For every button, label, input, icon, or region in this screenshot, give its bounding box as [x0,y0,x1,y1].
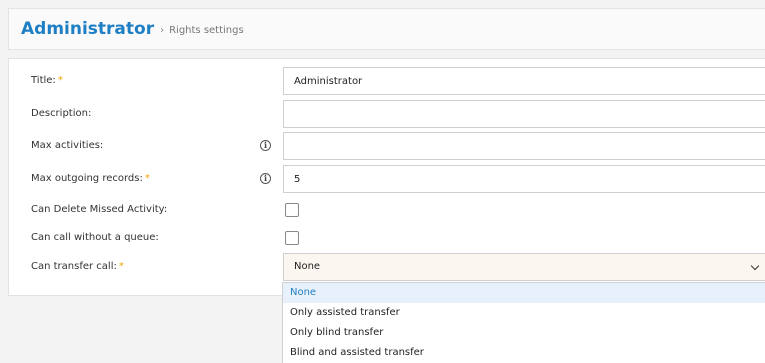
can-delete-missed-row: Can Delete Missed Activity: [9,196,765,224]
max-outgoing-row: Max outgoing records: * i [9,165,765,193]
required-mark: * [144,173,150,184]
page-title: Administrator [21,19,155,39]
dropdown-option-none[interactable]: None [283,283,765,303]
rights-settings-form: Title:* Description: Max activities: i M… [8,58,765,296]
chevron-down-icon[interactable] [750,261,760,271]
title-label: Title: * [31,75,63,86]
breadcrumb: Rights settings [169,24,244,36]
can-delete-missed-checkbox[interactable] [285,203,299,217]
title-input[interactable] [283,67,765,95]
max-outgoing-input[interactable] [283,165,765,193]
title-row: Title: * [9,67,765,95]
can-call-without-queue-label: Can call without a queue: [31,232,159,243]
max-activities-input[interactable] [283,132,765,160]
info-icon[interactable]: i [260,140,271,151]
can-transfer-row: Can transfer call: * None [9,253,765,281]
can-delete-missed-label: Can Delete Missed Activity: [31,204,168,215]
max-outgoing-label: Max outgoing records: * [31,173,150,184]
dropdown-option-only-assisted[interactable]: Only assisted transfer [283,303,765,323]
required-mark: * [118,261,124,272]
required-mark: * [57,75,63,86]
can-transfer-selected-value: None [294,261,321,272]
page-header: Administrator › Rights settings [8,8,765,50]
description-input[interactable] [283,100,765,128]
dropdown-option-only-blind[interactable]: Only blind transfer [283,323,765,343]
breadcrumb-separator: › [160,24,165,36]
description-label: Description: [31,108,92,119]
dropdown-option-blind-and-assisted[interactable]: Blind and assisted transfer [283,343,765,363]
can-transfer-select[interactable]: None [283,253,765,281]
can-call-without-queue-checkbox[interactable] [285,231,299,245]
max-activities-row: Max activities: i [9,132,765,160]
can-transfer-label: Can transfer call: * [31,261,124,272]
can-transfer-dropdown-list: None Only assisted transfer Only blind t… [282,282,765,363]
max-activities-label: Max activities: [31,140,104,151]
info-icon[interactable]: i [260,173,271,184]
description-row: Description: [9,100,765,128]
can-call-without-queue-row: Can call without a queue: [9,224,765,252]
